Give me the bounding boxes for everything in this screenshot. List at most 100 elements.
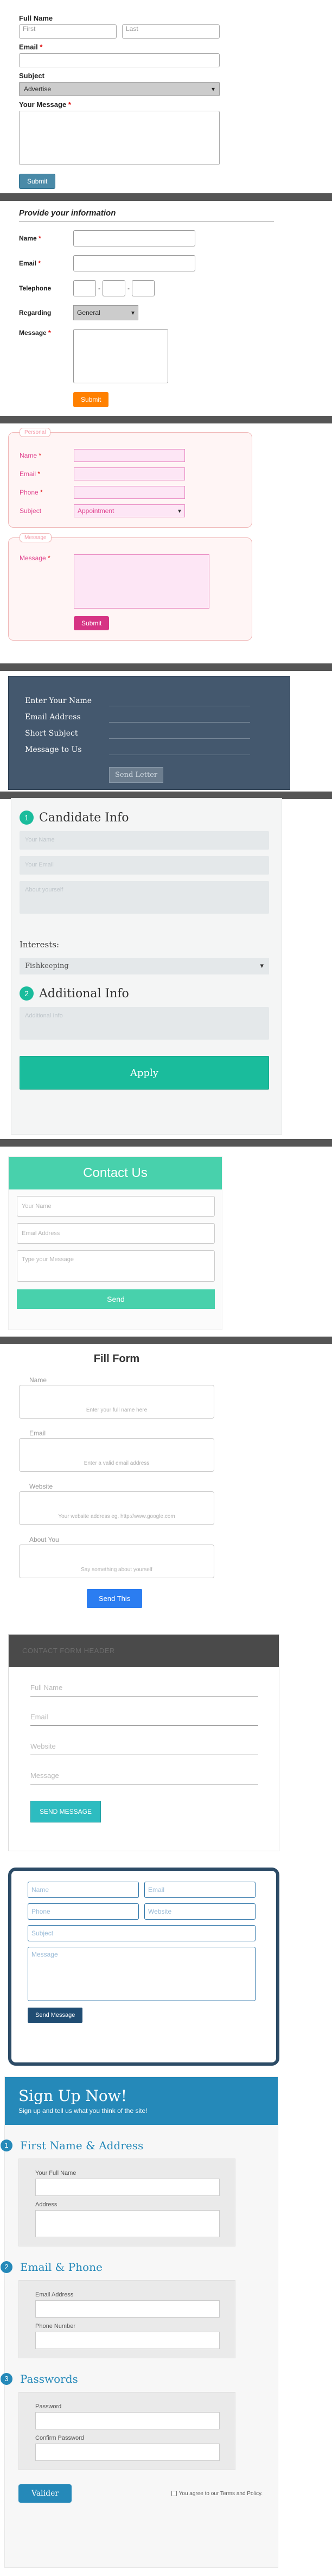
subject-label: Short Subject xyxy=(25,729,78,738)
email-input[interactable]: Email xyxy=(144,1882,256,1898)
regarding-select[interactable]: General xyxy=(73,305,138,320)
step-number: 1 xyxy=(20,811,34,825)
password-input[interactable] xyxy=(35,2412,220,2429)
name-label: Name * xyxy=(19,235,41,242)
subject-input[interactable]: Subject xyxy=(28,1925,256,1941)
website-input[interactable]: Website xyxy=(144,1903,256,1920)
name-input[interactable] xyxy=(74,449,185,462)
form3-section: Personal Name * Email * Phone * Subject … xyxy=(0,423,332,670)
name-input[interactable]: Your Name xyxy=(20,831,269,850)
terms-agreement: You agree to our Terms and Policy. xyxy=(171,2491,263,2497)
step-number: 1 xyxy=(1,2140,12,2151)
interests-label: Interests: xyxy=(20,940,60,950)
website-input[interactable]: Website xyxy=(30,1735,258,1755)
subject-label: Subject xyxy=(19,72,44,80)
phone-dash: - xyxy=(98,284,100,292)
signup-subtitle: Sign up and tell us what you think of th… xyxy=(18,2107,148,2115)
email-input[interactable]: Your Email xyxy=(20,856,269,875)
step3-panel: Password Confirm Password xyxy=(18,2392,235,2470)
form5-section: 1 Candidate Info Your Name Your Email Ab… xyxy=(11,798,282,1135)
valider-button[interactable]: Valider xyxy=(18,2484,72,2503)
message-textarea[interactable]: Type your Message xyxy=(17,1250,215,1282)
email-input[interactable] xyxy=(35,2300,220,2318)
signup-box: Sign Up Now! Sign up and tell us what yo… xyxy=(1,2077,278,2568)
signup-title: Sign Up Now! xyxy=(18,2087,127,2105)
interests-select[interactable]: Fishkeeping xyxy=(20,958,269,974)
message-textarea[interactable]: Message xyxy=(28,1947,256,2001)
send-message-button[interactable]: SEND MESSAGE xyxy=(30,1801,101,1822)
email-input[interactable] xyxy=(73,255,195,271)
phone-input[interactable] xyxy=(35,2332,220,2349)
step-number: 2 xyxy=(1,2261,12,2273)
website-label: Website xyxy=(27,1483,55,1490)
subject-label: Subject xyxy=(20,507,42,515)
name-input[interactable]: Name xyxy=(28,1882,139,1898)
step-number: 2 xyxy=(20,986,34,1001)
fullname-input[interactable] xyxy=(35,2179,220,2196)
phone-prefix-input[interactable] xyxy=(103,280,125,296)
message-input[interactable]: Message xyxy=(30,1764,258,1784)
step-title: Additional Info xyxy=(39,986,129,1001)
email-input[interactable]: Enter a valid email address xyxy=(19,1438,214,1472)
confirm-password-input[interactable] xyxy=(35,2444,220,2461)
send-button[interactable]: Send xyxy=(17,1289,215,1309)
phone-area-input[interactable] xyxy=(73,280,96,296)
form-title: Provide your information xyxy=(19,208,274,221)
name-input[interactable]: Enter your full name here xyxy=(19,1385,214,1419)
website-input[interactable]: Your website address eg. http://www.goog… xyxy=(19,1491,214,1525)
step-title: Email & Phone xyxy=(20,2261,103,2274)
message-input[interactable] xyxy=(109,744,250,755)
phone-input[interactable]: Phone xyxy=(28,1903,139,1920)
terms-checkbox[interactable] xyxy=(171,2491,177,2496)
name-input[interactable] xyxy=(109,695,250,706)
message-form-box: Name Email Phone Website Subject Message… xyxy=(8,1868,279,2066)
address-textarea[interactable] xyxy=(35,2210,220,2237)
fullname-input[interactable]: Full Name xyxy=(30,1676,258,1697)
section-divider xyxy=(0,1337,332,1344)
email-input[interactable] xyxy=(19,53,220,67)
email-input[interactable] xyxy=(109,712,250,723)
email-label: Email * xyxy=(19,43,43,51)
name-label: Name xyxy=(27,1376,49,1384)
email-label: Email * xyxy=(19,260,41,267)
send-message-button[interactable]: Send Message xyxy=(28,2008,83,2023)
name-label: Enter Your Name xyxy=(25,697,92,705)
email-input[interactable]: Email Address xyxy=(17,1223,215,1244)
name-input[interactable] xyxy=(73,230,195,246)
form10-section: Sign Up Now! Sign up and tell us what yo… xyxy=(0,2077,332,2576)
email-input[interactable]: Email xyxy=(30,1705,258,1726)
phone-dash: - xyxy=(127,284,130,292)
name-input[interactable]: Your Name xyxy=(17,1196,215,1217)
personal-fieldset: Personal Name * Email * Phone * Subject … xyxy=(8,428,252,528)
about-input[interactable]: Say something about yourself xyxy=(19,1545,214,1578)
section-divider xyxy=(0,1139,332,1147)
send-this-button[interactable]: Send This xyxy=(87,1589,143,1608)
message-legend: Message xyxy=(20,533,52,542)
step2-panel: Email Address Phone Number xyxy=(18,2280,235,2358)
address-label: Address xyxy=(35,2201,58,2208)
submit-button[interactable]: Submit xyxy=(19,174,56,189)
step-title: First Name & Address xyxy=(20,2139,144,2152)
additional-info-textarea[interactable]: Additional Info xyxy=(20,1007,269,1040)
subject-select[interactable]: Appointment xyxy=(74,504,185,517)
first-name-input[interactable]: First xyxy=(19,24,117,39)
send-letter-button[interactable]: Send Letter xyxy=(109,767,164,783)
message-textarea[interactable] xyxy=(19,111,220,165)
message-label: Message to Us xyxy=(25,745,82,754)
submit-button[interactable]: Submit xyxy=(74,616,110,630)
apply-button[interactable]: Apply xyxy=(20,1056,269,1090)
name-label: Name * xyxy=(20,452,42,459)
phone-input[interactable] xyxy=(74,486,185,499)
subject-input[interactable] xyxy=(109,728,250,739)
phone-label: Phone * xyxy=(20,489,43,496)
message-textarea[interactable] xyxy=(74,554,209,609)
phone-line-input[interactable] xyxy=(132,280,155,296)
subject-select[interactable]: Advertise xyxy=(19,82,220,96)
message-textarea[interactable] xyxy=(73,329,168,383)
last-name-input[interactable]: Last xyxy=(122,24,220,39)
submit-button[interactable]: Submit xyxy=(73,392,109,407)
confirm-password-label: Confirm Password xyxy=(35,2435,84,2441)
form-title: Fill Form xyxy=(93,1353,140,1365)
email-input[interactable] xyxy=(74,467,185,480)
about-textarea[interactable]: About yourself xyxy=(20,881,269,914)
